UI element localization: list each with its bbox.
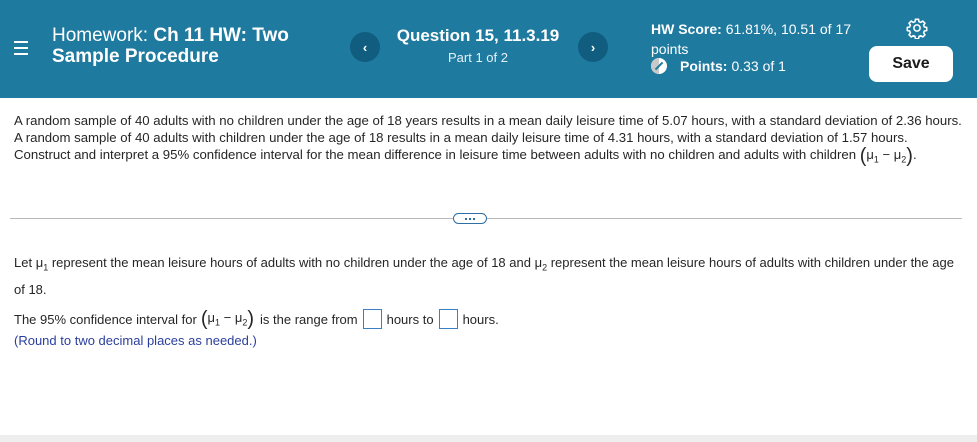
confidence-interval-line: The 95% confidence interval for (μ1 − μ2… xyxy=(14,307,499,330)
chevron-right-icon: › xyxy=(590,39,596,55)
question-title: Question 15, 11.3.19 xyxy=(396,26,560,45)
gear-icon[interactable] xyxy=(906,17,928,39)
mu-difference-expression: (μ1 − μ2) xyxy=(200,307,255,330)
definition-text: Let μ1 represent the mean leisure hours … xyxy=(14,255,954,297)
rounding-instruction: (Round to two decimal places as needed.) xyxy=(14,333,257,348)
footer-bar xyxy=(0,435,977,442)
save-button[interactable]: Save xyxy=(869,46,953,82)
expand-more-button[interactable] xyxy=(453,213,487,224)
previous-question-button[interactable]: ‹ xyxy=(350,32,380,62)
part-label: Part 1 of 2 xyxy=(448,50,508,65)
homework-title: Homework: Ch 11 HW: Two Sample Procedure xyxy=(52,25,289,67)
menu-icon[interactable] xyxy=(14,39,28,57)
hw-score: HW Score: 61.81%, 10.51 of 17 points xyxy=(651,21,852,57)
mu-difference-expression: (μ1 − μ2) xyxy=(859,145,913,167)
partial-credit-icon xyxy=(651,58,667,74)
next-question-button[interactable]: › xyxy=(578,32,608,62)
problem-statement: A random sample of 40 adults with no chi… xyxy=(14,113,962,167)
question-points: Points: 0.33 of 1 xyxy=(651,58,786,74)
upper-bound-input[interactable] xyxy=(438,309,458,329)
lower-bound-input[interactable] xyxy=(362,309,382,329)
top-header-bar: Homework: Ch 11 HW: Two Sample Procedure… xyxy=(0,0,977,98)
chevron-left-icon: ‹ xyxy=(362,39,368,55)
